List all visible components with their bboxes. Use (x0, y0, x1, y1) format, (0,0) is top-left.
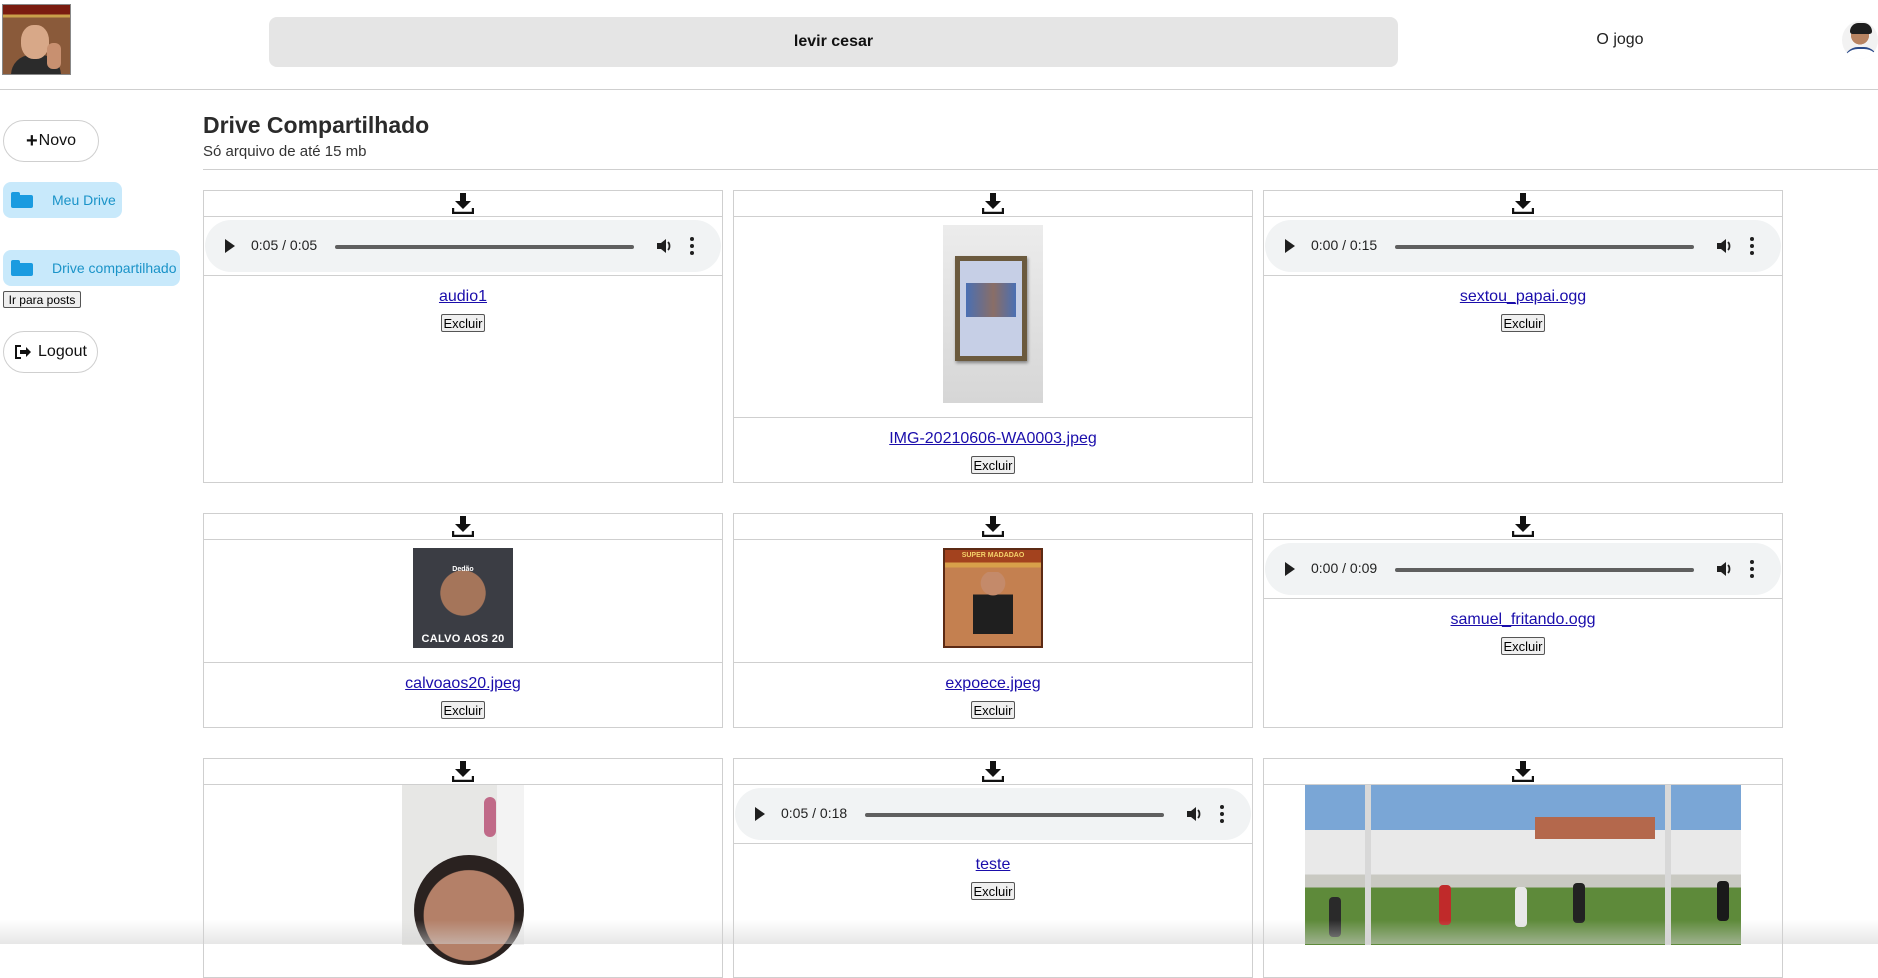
new-button[interactable]: + Novo (3, 120, 99, 162)
audio-seek-bar[interactable] (1395, 245, 1694, 249)
audio-time: 0:00 / 0:09 (1311, 560, 1378, 576)
file-card: 0:00 / 0:09 samuel_fritando.ogg Excluir (1263, 513, 1783, 728)
sidebar-item-label: Meu Drive (52, 192, 116, 208)
download-button[interactable] (1264, 759, 1782, 785)
sidebar-item-meu-drive[interactable]: Meu Drive (3, 182, 122, 218)
logout-button[interactable]: Logout (3, 331, 98, 373)
audio-player[interactable]: 0:05 / 0:18 (734, 785, 1252, 844)
download-icon (982, 516, 1004, 537)
file-name-link[interactable]: teste (734, 856, 1252, 874)
download-icon (452, 516, 474, 537)
image-preview[interactable]: Dedão CALVO AOS 20 (204, 540, 722, 663)
play-icon[interactable] (1285, 239, 1295, 253)
audio-time: 0:05 / 0:05 (251, 237, 318, 253)
image-preview[interactable] (734, 217, 1252, 418)
logout-icon (15, 345, 32, 359)
file-card: Dedão CALVO AOS 20 calvoaos20.jpeg Exclu… (203, 513, 723, 728)
file-name-link[interactable]: IMG-20210606-WA0003.jpeg (734, 430, 1252, 448)
file-card: 0:05 / 0:05 audio1 Excluir (203, 190, 723, 483)
download-icon (1512, 193, 1534, 214)
soccer-field-thumbnail (1305, 785, 1741, 945)
audio-player[interactable]: 0:00 / 0:09 (1264, 540, 1782, 599)
delete-button[interactable]: Excluir (441, 701, 485, 719)
divider (203, 169, 1878, 170)
download-icon (1512, 761, 1534, 782)
volume-icon[interactable] (655, 237, 673, 255)
user-name-banner[interactable]: levir cesar (269, 17, 1398, 67)
download-icon (1512, 516, 1534, 537)
file-name-link[interactable]: expoece.jpeg (734, 675, 1252, 693)
file-card: 0:00 / 0:15 sextou_papai.ogg Excluir (1263, 190, 1783, 483)
download-icon (452, 761, 474, 782)
audio-player[interactable]: 0:05 / 0:05 (204, 217, 722, 276)
delete-button[interactable]: Excluir (1501, 637, 1545, 655)
delete-button[interactable]: Excluir (971, 701, 1015, 719)
audio-time: 0:05 / 0:18 (781, 805, 848, 821)
audio-player[interactable]: 0:00 / 0:15 (1264, 217, 1782, 276)
more-options-icon[interactable] (690, 237, 694, 255)
app-logo[interactable] (2, 4, 71, 75)
play-icon[interactable] (1285, 562, 1295, 576)
play-icon[interactable] (225, 239, 235, 253)
meme-thumbnail: Dedão CALVO AOS 20 (413, 548, 513, 648)
top-bar: levir cesar O jogo (0, 0, 1878, 90)
delete-button[interactable]: Excluir (1501, 314, 1545, 332)
file-card: IMG-20210606-WA0003.jpeg Excluir (733, 190, 1253, 483)
file-name-link[interactable]: calvoaos20.jpeg (204, 675, 722, 693)
folder-icon (11, 192, 33, 208)
logout-label: Logout (38, 343, 87, 360)
file-name-link[interactable]: audio1 (204, 288, 722, 306)
framed-photo-thumbnail (943, 225, 1043, 403)
more-options-icon[interactable] (1220, 805, 1224, 823)
volume-icon[interactable] (1715, 560, 1733, 578)
delete-button[interactable]: Excluir (971, 456, 1015, 474)
selfie-thumbnail (402, 785, 524, 965)
video-preview[interactable] (1264, 785, 1782, 945)
user-avatar[interactable] (1842, 21, 1878, 59)
volume-icon[interactable] (1715, 237, 1733, 255)
file-card: SUPER MADADAO expoece.jpeg Excluir (733, 513, 1253, 728)
audio-seek-bar[interactable] (865, 813, 1164, 817)
download-button[interactable] (734, 514, 1252, 540)
sidebar-item-label: Drive compartilhado (52, 260, 177, 276)
download-button[interactable] (734, 191, 1252, 217)
delete-button[interactable]: Excluir (441, 314, 485, 332)
image-preview[interactable]: SUPER MADADAO (734, 540, 1252, 663)
nav-link-o-jogo[interactable]: O jogo (1580, 31, 1660, 49)
play-icon[interactable] (755, 807, 765, 821)
page-title: Drive Compartilhado (203, 112, 430, 138)
download-button[interactable] (1264, 514, 1782, 540)
file-name-link[interactable]: samuel_fritando.ogg (1264, 611, 1782, 629)
volume-icon[interactable] (1185, 805, 1203, 823)
download-button[interactable] (204, 759, 722, 785)
file-card (1263, 758, 1783, 978)
audio-seek-bar[interactable] (335, 245, 634, 249)
download-button[interactable] (204, 191, 722, 217)
more-options-icon[interactable] (1750, 237, 1754, 255)
file-card: 0:05 / 0:18 teste Excluir (733, 758, 1253, 978)
image-preview[interactable] (204, 785, 722, 965)
new-button-label: Novo (38, 132, 77, 149)
download-icon (452, 193, 474, 214)
audio-time: 0:00 / 0:15 (1311, 237, 1378, 253)
download-icon (982, 193, 1004, 214)
download-icon (982, 761, 1004, 782)
page-subtitle: Só arquivo de até 15 mb (203, 143, 367, 160)
folder-icon (11, 260, 33, 276)
go-to-posts-button[interactable]: Ir para posts (3, 291, 81, 308)
audio-seek-bar[interactable] (1395, 568, 1694, 572)
download-button[interactable] (204, 514, 722, 540)
file-card (203, 758, 723, 978)
file-name-link[interactable]: sextou_papai.ogg (1264, 288, 1782, 306)
download-button[interactable] (734, 759, 1252, 785)
more-options-icon[interactable] (1750, 560, 1754, 578)
download-button[interactable] (1264, 191, 1782, 217)
sidebar-item-drive-compartilhado[interactable]: Drive compartilhado (3, 250, 180, 286)
delete-button[interactable]: Excluir (971, 882, 1015, 900)
trading-card-thumbnail: SUPER MADADAO (943, 548, 1043, 648)
plus-icon: + (25, 129, 38, 152)
